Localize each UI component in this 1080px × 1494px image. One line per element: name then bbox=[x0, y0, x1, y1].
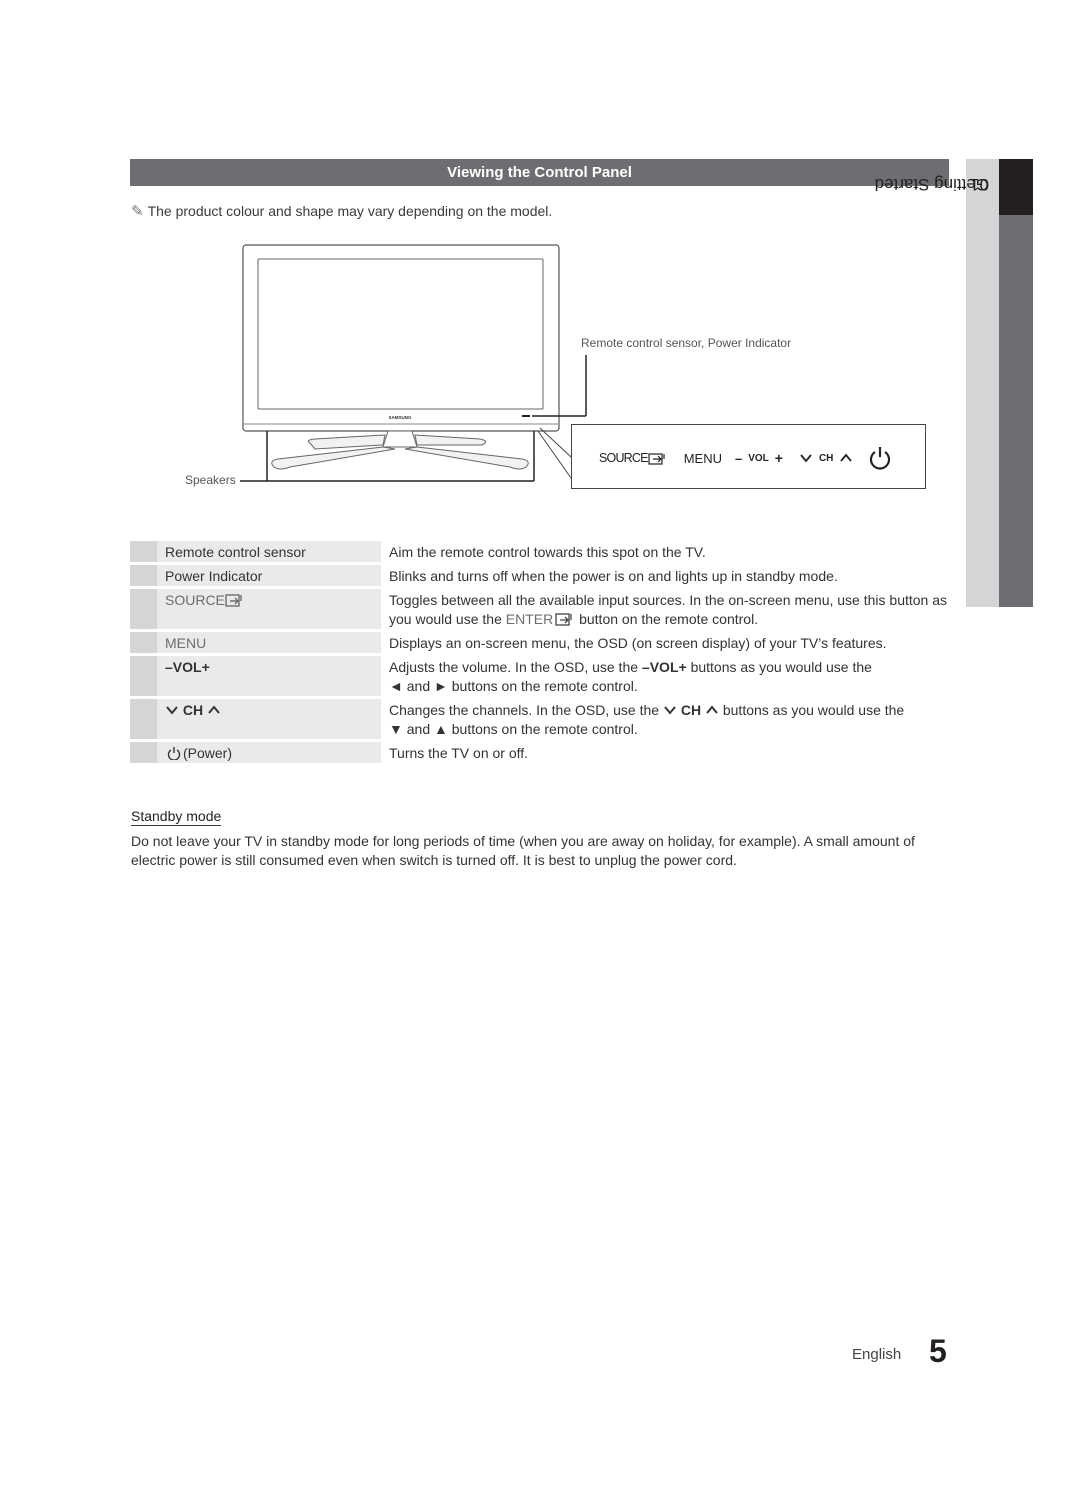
section-title: Viewing the Control Panel bbox=[130, 159, 949, 186]
row-name: CH bbox=[157, 699, 381, 739]
chevron-down-icon bbox=[664, 706, 676, 715]
sensor-callout-label: Remote control sensor, Power Indicator bbox=[581, 336, 792, 350]
row-name: –VOL+ bbox=[157, 656, 381, 696]
panel-zoom-line-1 bbox=[539, 427, 572, 458]
panel-source-button[interactable]: SOURCE bbox=[599, 451, 666, 465]
control-function-table: Remote control sensor Aim the remote con… bbox=[130, 541, 950, 766]
source-enter-icon bbox=[225, 594, 242, 607]
tv-stand-foot-left bbox=[271, 446, 396, 470]
model-note-text: The product colour and shape may vary de… bbox=[147, 203, 553, 219]
table-row: Power Indicator Blinks and turns off whe… bbox=[130, 565, 950, 586]
pencil-note-icon: ✎ bbox=[131, 203, 144, 220]
table-row: CH Changes the channels. In the OSD, use… bbox=[130, 699, 950, 739]
panel-channel-button[interactable]: CH bbox=[799, 453, 853, 464]
enter-icon bbox=[555, 613, 572, 626]
row-description: Displays an on-screen menu, the OSD (on … bbox=[389, 635, 887, 651]
row-description: Toggles between all the available input … bbox=[389, 592, 948, 627]
panel-zoom-line-2 bbox=[537, 430, 572, 479]
standby-heading: Standby mode bbox=[131, 808, 222, 826]
panel-menu-button[interactable]: MENU bbox=[684, 451, 722, 466]
chevron-down-icon bbox=[166, 706, 178, 715]
panel-volume-button[interactable]: – VOL + bbox=[735, 450, 783, 466]
row-description: Aim the remote control towards this spot… bbox=[389, 544, 706, 560]
chapter-tab-label: 01 Getting Started bbox=[875, 159, 999, 607]
row-name: MENU bbox=[157, 632, 381, 653]
tv-stand-arm-left-back bbox=[307, 434, 386, 450]
tv-brand-logo: SAMSUNG bbox=[388, 415, 412, 420]
row-name: Power Indicator bbox=[157, 565, 381, 586]
table-row: –VOL+ Adjusts the volume. In the OSD, us… bbox=[130, 656, 950, 696]
control-panel-closeup: SOURCE MENU – VOL + CH bbox=[571, 424, 926, 489]
chevron-down-icon bbox=[800, 454, 812, 463]
chapter-tab-strip bbox=[999, 215, 1033, 607]
row-description: Changes the channels. In the OSD, use th… bbox=[389, 702, 905, 737]
row-name: SOURCE bbox=[157, 589, 381, 629]
speakers-callout-label: Speakers bbox=[185, 473, 236, 487]
chevron-up-icon bbox=[840, 453, 853, 462]
chapter-title: Getting Started bbox=[874, 175, 989, 194]
standby-paragraph: Do not leave your TV in standby mode for… bbox=[131, 833, 915, 868]
table-row: Remote control sensor Aim the remote con… bbox=[130, 541, 950, 562]
tv-stand-arm-right-back bbox=[414, 434, 486, 446]
table-row: MENU Displays an on-screen menu, the OSD… bbox=[130, 632, 950, 653]
table-row: SOURCE Toggles between all the available… bbox=[130, 589, 950, 629]
tv-screen bbox=[257, 258, 544, 410]
row-description: Adjusts the volume. In the OSD, use the … bbox=[389, 659, 872, 694]
page-number: 5 bbox=[929, 1333, 947, 1369]
tv-diagram: SAMSUNG bbox=[240, 244, 587, 482]
power-icon[interactable] bbox=[867, 445, 893, 471]
source-enter-icon bbox=[648, 452, 665, 465]
tv-stand-foot-right bbox=[404, 446, 529, 470]
power-icon bbox=[167, 746, 181, 760]
model-note: ✎ The product colour and shape may vary d… bbox=[131, 202, 552, 220]
chapter-tab-marker bbox=[999, 159, 1033, 215]
footer-language: English bbox=[852, 1346, 902, 1363]
chevron-up-icon bbox=[208, 705, 220, 714]
row-name: (Power) bbox=[157, 742, 381, 763]
row-description: Blinks and turns off when the power is o… bbox=[389, 568, 838, 584]
row-description: Turns the TV on or off. bbox=[389, 745, 529, 761]
chevron-up-icon bbox=[706, 705, 718, 714]
table-row: (Power) Turns the TV on or off. bbox=[130, 742, 950, 763]
row-name: Remote control sensor bbox=[157, 541, 381, 562]
tv-stand-neck bbox=[382, 430, 418, 448]
